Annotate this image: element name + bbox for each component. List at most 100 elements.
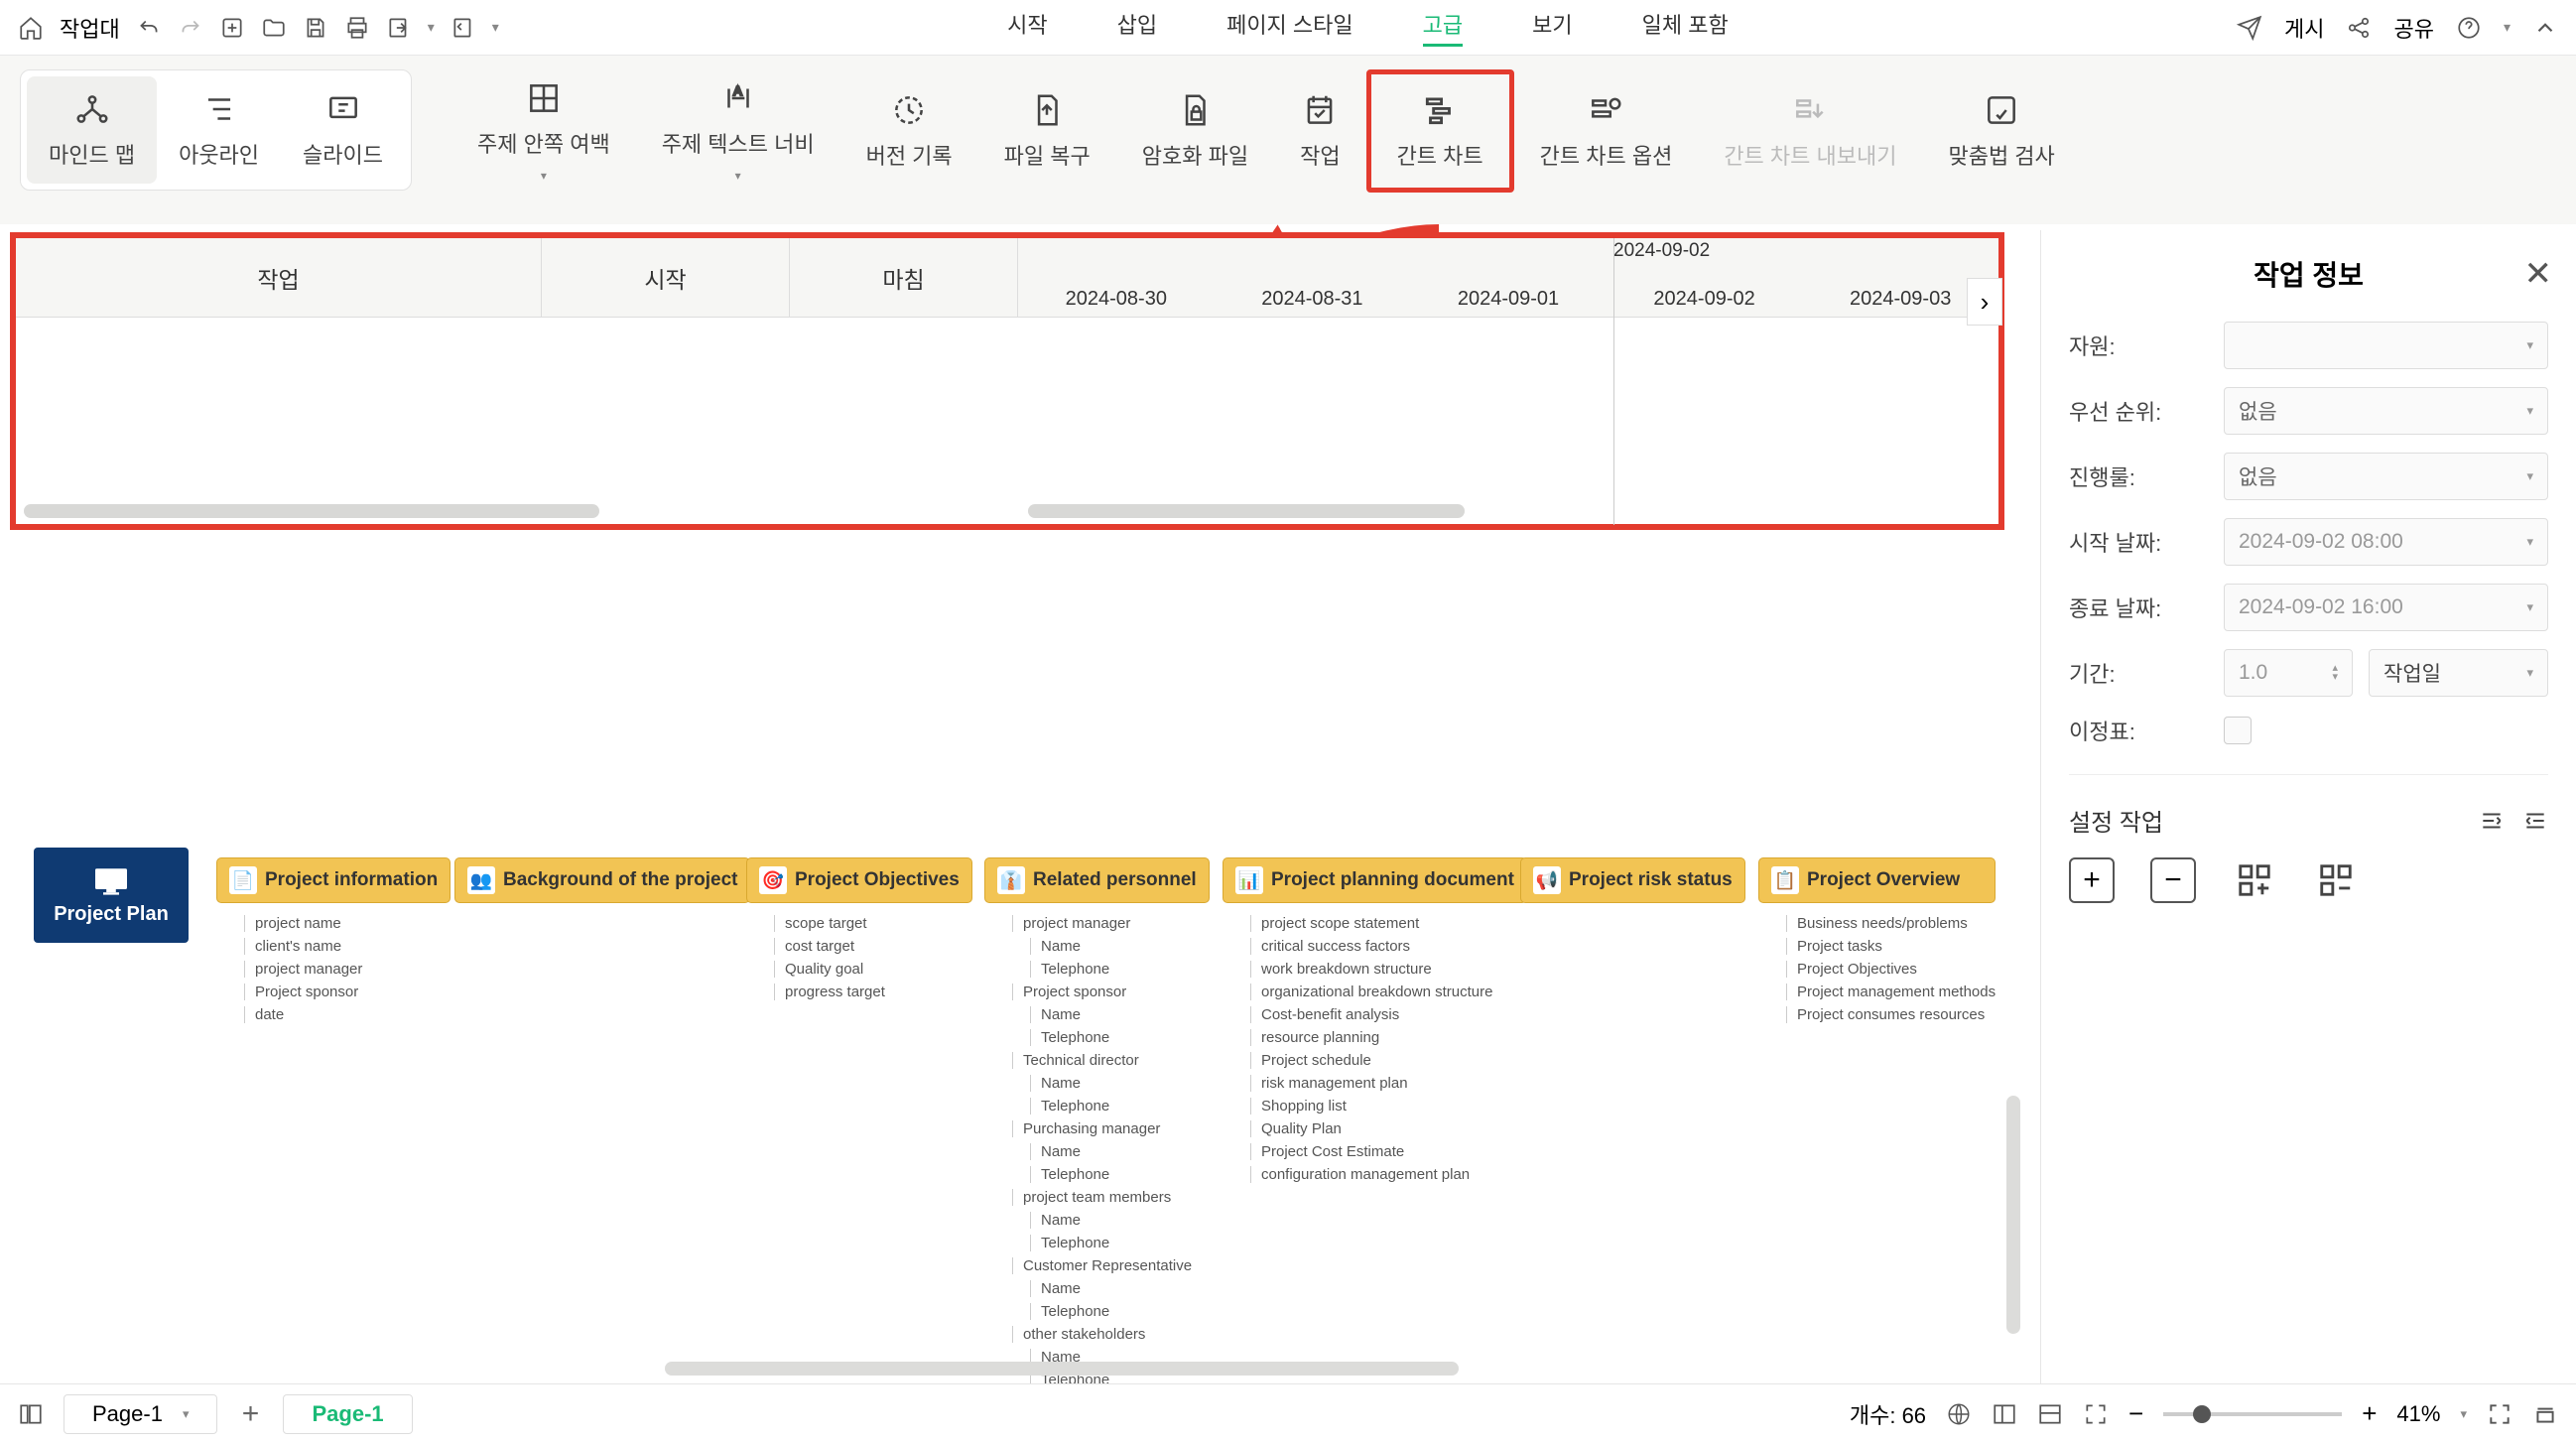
branch-header[interactable]: 👔Related personnel xyxy=(984,857,1210,903)
mindmap-leaf[interactable]: cost target xyxy=(774,938,972,955)
mindmap-leaf[interactable]: Shopping list xyxy=(1250,1098,1527,1115)
indent-left-icon[interactable] xyxy=(2479,808,2505,834)
new-icon[interactable] xyxy=(219,15,245,41)
mindmap-leaf[interactable]: Purchasing manager xyxy=(1012,1120,1210,1137)
branch-header[interactable]: 📄Project information xyxy=(216,857,451,903)
file-recovery-button[interactable]: 파일 복구 xyxy=(978,69,1116,193)
zoom-out-button[interactable]: − xyxy=(2128,1398,2143,1429)
layout1-icon[interactable] xyxy=(1992,1401,2017,1427)
page-selector[interactable]: Page-1▾ xyxy=(64,1394,217,1434)
redo-icon[interactable] xyxy=(178,15,203,41)
collapse-ribbon-icon[interactable] xyxy=(2532,15,2558,41)
close-icon[interactable]: ✕ xyxy=(2524,254,2553,294)
mindmap-leaf[interactable]: Project consumes resources xyxy=(1786,1006,1996,1023)
mindmap-leaf[interactable]: Project Objectives xyxy=(1786,961,1996,978)
fit-icon[interactable] xyxy=(2083,1401,2109,1427)
add-page-button[interactable]: + xyxy=(237,1401,263,1427)
progress-select[interactable]: 없음▾ xyxy=(2224,453,2548,500)
mindmap-leaf[interactable]: Telephone xyxy=(1030,1303,1210,1320)
gantt-chart-button[interactable]: 간트 차트 xyxy=(1366,69,1514,193)
mindmap-leaf[interactable]: Name xyxy=(1030,1143,1210,1160)
page-tab-active[interactable]: Page-1 xyxy=(283,1394,412,1434)
mindmap-leaf[interactable]: project manager xyxy=(244,961,451,978)
mindmap-leaf[interactable]: work breakdown structure xyxy=(1250,961,1527,978)
mindmap-leaf[interactable]: Telephone xyxy=(1030,1098,1210,1115)
end-date-field[interactable]: 2024-09-02 16:00▾ xyxy=(2224,584,2548,631)
mindmap-leaf[interactable]: date xyxy=(244,1006,451,1023)
mindmap-leaf[interactable]: Technical director xyxy=(1012,1052,1210,1069)
canvas-v-scrollbar[interactable] xyxy=(2006,1096,2020,1334)
mindmap-leaf[interactable]: Name xyxy=(1030,938,1210,955)
zoom-level-label[interactable]: 41% xyxy=(2396,1401,2440,1427)
export-chevron-icon[interactable]: ▾ xyxy=(428,19,435,36)
home-icon[interactable] xyxy=(18,15,44,41)
undo-icon[interactable] xyxy=(136,15,162,41)
topic-textwidth-button[interactable]: A주제 텍스트 너비▾ xyxy=(636,69,840,193)
mindmap-leaf[interactable]: resource planning xyxy=(1250,1029,1527,1046)
encrypt-file-button[interactable]: 암호화 파일 xyxy=(1116,69,1274,193)
view-mindmap-button[interactable]: 마인드 맵 xyxy=(27,76,157,184)
fullscreen-icon[interactable] xyxy=(2487,1401,2512,1427)
milestone-checkbox[interactable] xyxy=(2224,717,2252,744)
mindmap-leaf[interactable]: Telephone xyxy=(1030,1166,1210,1183)
mindmap-branch[interactable]: 👥Background of the project xyxy=(454,857,750,903)
import-icon[interactable] xyxy=(451,15,476,41)
mindmap-leaf[interactable]: project scope statement xyxy=(1250,915,1527,932)
mindmap-leaf[interactable]: organizational breakdown structure xyxy=(1250,984,1527,1000)
save-icon[interactable] xyxy=(303,15,328,41)
mindmap-leaf[interactable]: Business needs/problems xyxy=(1786,915,1996,932)
task-button[interactable]: 작업 xyxy=(1274,69,1365,193)
gantt-timeline[interactable]: 2024-09-02 2024-08-30 2024-08-31 2024-09… xyxy=(1018,238,1998,317)
menu-pagestyle[interactable]: 페이지 스타일 xyxy=(1226,8,1353,47)
layout2-icon[interactable] xyxy=(2037,1401,2063,1427)
mindmap-leaf[interactable]: Telephone xyxy=(1030,1235,1210,1251)
spellcheck-button[interactable]: 맞춤법 검사 xyxy=(1922,69,2080,193)
mindmap-leaf[interactable]: scope target xyxy=(774,915,972,932)
branch-header[interactable]: 📢Project risk status xyxy=(1520,857,1745,903)
start-date-field[interactable]: 2024-09-02 08:00▾ xyxy=(2224,518,2548,566)
menu-advanced[interactable]: 고급 xyxy=(1423,8,1463,47)
canvas-h-scrollbar[interactable] xyxy=(665,1362,1459,1376)
mindmap-leaf[interactable]: Project sponsor xyxy=(1012,984,1210,1000)
menu-insert[interactable]: 삽입 xyxy=(1117,8,1157,47)
mindmap-leaf[interactable]: Name xyxy=(1030,1280,1210,1297)
branch-header[interactable]: 📊Project planning document xyxy=(1223,857,1527,903)
mindmap-leaf[interactable]: Project tasks xyxy=(1786,938,1996,955)
mindmap-leaf[interactable]: Customer Representative xyxy=(1012,1257,1210,1274)
topic-padding-button[interactable]: 주제 안쪽 여백▾ xyxy=(451,69,636,193)
duration-unit-select[interactable]: 작업일▾ xyxy=(2369,649,2548,697)
indent-right-icon[interactable] xyxy=(2522,808,2548,834)
mindmap-leaf[interactable]: progress target xyxy=(774,984,972,1000)
zoom-slider[interactable] xyxy=(2163,1412,2342,1416)
globe-icon[interactable] xyxy=(1946,1401,1972,1427)
open-icon[interactable] xyxy=(261,15,287,41)
mindmap-leaf[interactable]: Name xyxy=(1030,1212,1210,1229)
mindmap-leaf[interactable]: project name xyxy=(244,915,451,932)
mindmap-leaf[interactable]: Name xyxy=(1030,1075,1210,1092)
mindmap-branch[interactable]: 📋Project OverviewBusiness needs/problems… xyxy=(1758,857,1996,1023)
menu-view[interactable]: 보기 xyxy=(1532,8,1572,47)
resource-select[interactable]: ▾ xyxy=(2224,322,2548,369)
view-outline-button[interactable]: 아웃라인 xyxy=(157,76,281,184)
mindmap-leaf[interactable]: Project Cost Estimate xyxy=(1250,1143,1527,1160)
mindmap-leaf[interactable]: critical success factors xyxy=(1250,938,1527,955)
remove-task-button[interactable]: − xyxy=(2150,857,2196,903)
publish-label[interactable]: 게시 xyxy=(2284,12,2324,44)
mindmap-branch[interactable]: 📢Project risk status xyxy=(1520,857,1745,903)
link-remove-icon[interactable] xyxy=(2313,857,2359,903)
gantt-left-scrollbar[interactable] xyxy=(24,504,599,518)
share-icon[interactable] xyxy=(2346,15,2372,41)
export-icon[interactable] xyxy=(386,15,412,41)
mindmap-leaf[interactable]: client's name xyxy=(244,938,451,955)
mindmap-leaf[interactable]: Name xyxy=(1030,1006,1210,1023)
mindmap-leaf[interactable]: Telephone xyxy=(1030,1029,1210,1046)
mindmap-leaf[interactable]: project manager xyxy=(1012,915,1210,932)
mindmap-leaf[interactable]: Project management methods xyxy=(1786,984,1996,1000)
mindmap-leaf[interactable]: Project sponsor xyxy=(244,984,451,1000)
mindmap-leaf[interactable]: Cost-benefit analysis xyxy=(1250,1006,1527,1023)
mindmap-branch[interactable]: 🎯Project Objectives scope target cost targ… xyxy=(746,857,972,1000)
more-icon[interactable]: ▾ xyxy=(492,19,499,36)
view-slide-button[interactable]: 슬라이드 xyxy=(281,76,405,184)
mindmap-branch[interactable]: 📊Project planning document project scope … xyxy=(1223,857,1527,1183)
branch-header[interactable]: 🎯Project Objectives xyxy=(746,857,972,903)
